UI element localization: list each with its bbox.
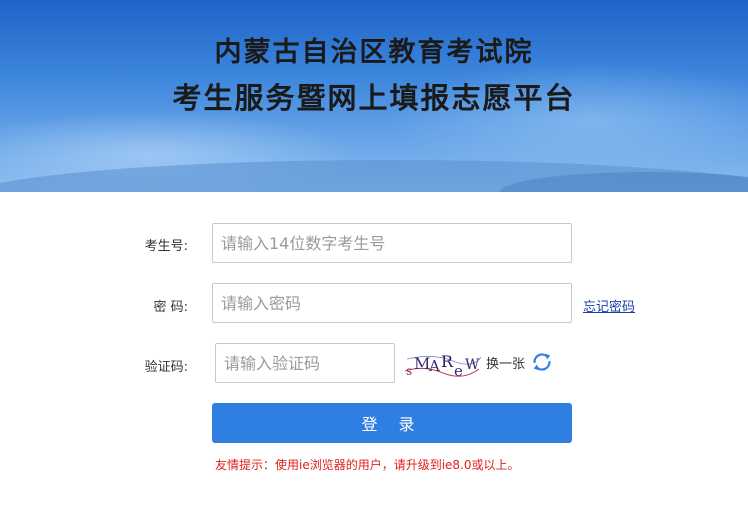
exam-number-label: 考生号: — [144, 239, 188, 254]
exam-number-input[interactable] — [212, 223, 572, 263]
svg-text:W: W — [465, 357, 480, 373]
password-input[interactable] — [212, 283, 572, 323]
forgot-password-link[interactable]: 忘记密码 — [583, 296, 635, 315]
captcha-label: 验证码: — [144, 360, 188, 375]
captcha-image: s M A R e W — [403, 347, 481, 381]
svg-text:e: e — [454, 362, 463, 380]
svg-text:R: R — [441, 352, 454, 371]
captcha-input[interactable] — [215, 343, 395, 383]
svg-text:M: M — [414, 354, 430, 373]
page-title: 内蒙古自治区教育考试院 — [214, 37, 534, 68]
login-button[interactable]: 登 录 — [212, 403, 572, 443]
page-subtitle: 考生服务暨网上填报志愿平台 — [172, 81, 576, 115]
browser-notice: 友情提示：使用ie浏览器的用户，请升级到ie8.0或以上。 — [215, 458, 520, 472]
svg-text:s: s — [406, 364, 412, 378]
refresh-icon[interactable] — [530, 350, 554, 374]
password-label: 密 码: — [153, 300, 188, 315]
header-banner: 内蒙古自治区教育考试院 考生服务暨网上填报志愿平台 — [0, 0, 748, 192]
svg-text:A: A — [428, 357, 440, 375]
refresh-captcha-link[interactable]: 换一张 — [486, 353, 525, 372]
